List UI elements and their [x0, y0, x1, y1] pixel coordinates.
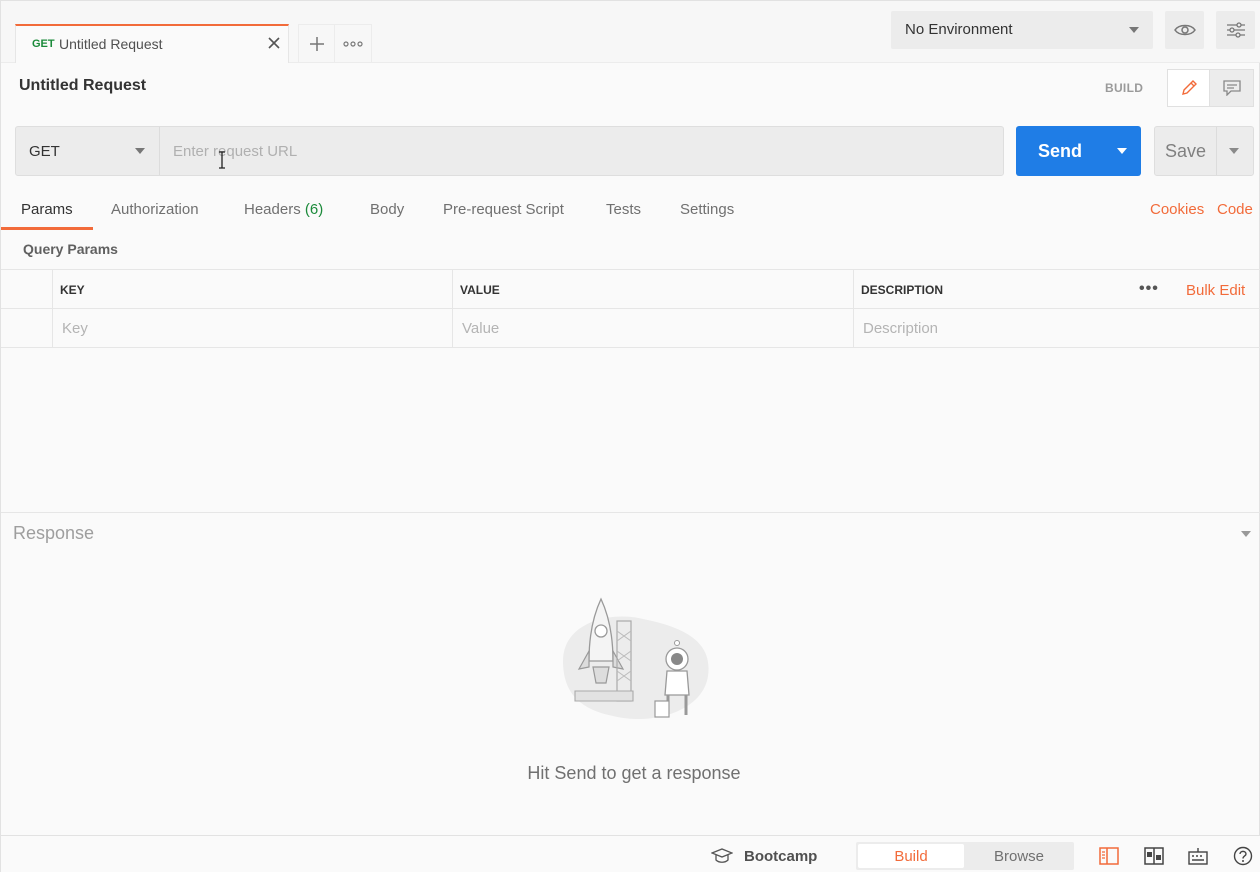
- value-placeholder: Value: [462, 320, 500, 337]
- eye-icon: [1173, 24, 1196, 36]
- key-field[interactable]: Key: [52, 309, 452, 347]
- layout-icon[interactable]: [1143, 846, 1165, 866]
- tab-params[interactable]: Params: [21, 201, 73, 218]
- request-tab[interactable]: GET Untitled Request: [15, 24, 289, 63]
- mode-label: BUILD: [1105, 81, 1144, 95]
- url-bar: GET: [15, 126, 1004, 176]
- tab-headers[interactable]: Headers (6): [244, 201, 323, 218]
- browse-mode-button[interactable]: Browse: [966, 844, 1072, 868]
- edit-mode-button[interactable]: [1167, 69, 1210, 107]
- build-label: Build: [894, 848, 928, 865]
- keyboard-icon[interactable]: [1187, 846, 1209, 866]
- send-options-chevron-icon[interactable]: [1117, 148, 1127, 154]
- query-params-title: Query Params: [23, 241, 118, 257]
- save-label: Save: [1165, 141, 1207, 161]
- tab-body[interactable]: Body: [370, 201, 404, 218]
- comment-icon: [1222, 80, 1241, 96]
- table-row: Key Value Description: [1, 309, 1260, 348]
- sliders-icon: [1226, 22, 1245, 38]
- more-icon: [343, 41, 363, 47]
- tab-headers-label: Headers: [244, 201, 301, 218]
- comments-button[interactable]: [1210, 69, 1254, 107]
- key-column-header: KEY: [52, 270, 452, 308]
- query-params-table: KEY VALUE DESCRIPTION ••• Bulk Edit Key …: [1, 269, 1260, 348]
- graduation-cap-icon: [711, 848, 733, 863]
- new-tab-button[interactable]: [298, 24, 335, 63]
- close-icon[interactable]: [266, 35, 282, 51]
- url-input[interactable]: [161, 127, 1003, 175]
- build-mode-button[interactable]: Build: [858, 844, 964, 868]
- rocket-illustration: [563, 597, 709, 720]
- response-empty-message: Hit Send to get a response: [527, 763, 741, 783]
- method-select[interactable]: GET: [16, 127, 160, 175]
- tab-bar: GET Untitled Request No Environment: [1, 1, 1260, 63]
- tab-more-button[interactable]: [335, 24, 372, 63]
- key-placeholder: Key: [62, 320, 88, 337]
- environment-select[interactable]: No Environment: [891, 11, 1153, 49]
- save-options-chevron-icon[interactable]: [1229, 148, 1239, 154]
- more-options-button[interactable]: •••: [1139, 280, 1159, 298]
- request-tabs: Params Authorization Headers (6) Body Pr…: [1, 191, 1260, 231]
- active-tab-indicator: [1, 227, 93, 230]
- headers-count-badge: (6): [304, 201, 324, 218]
- tab-title: Untitled Request: [59, 36, 163, 52]
- chevron-down-icon: [1129, 27, 1139, 33]
- help-icon[interactable]: [1232, 846, 1254, 866]
- column-header: VALUE: [460, 283, 500, 297]
- tab-settings[interactable]: Settings: [680, 201, 734, 218]
- browse-label: Browse: [993, 848, 1045, 865]
- request-name[interactable]: Untitled Request: [19, 77, 146, 95]
- value-field[interactable]: Value: [452, 309, 853, 347]
- text-cursor-icon: [219, 151, 225, 169]
- send-button[interactable]: Send: [1016, 126, 1141, 176]
- manage-environments-button[interactable]: [1216, 11, 1255, 49]
- tab-method-badge: GET: [32, 38, 55, 50]
- pencil-icon: [1181, 80, 1197, 95]
- description-field[interactable]: Description: [853, 309, 1260, 347]
- code-link[interactable]: Code: [1217, 201, 1253, 218]
- status-bar: Bootcamp Build Browse: [1, 835, 1260, 872]
- plus-icon: [309, 37, 324, 51]
- table-header-row: KEY VALUE DESCRIPTION ••• Bulk Edit: [1, 270, 1260, 309]
- tab-authorization[interactable]: Authorization: [111, 201, 199, 218]
- environment-quick-look-button[interactable]: [1165, 11, 1204, 49]
- response-divider[interactable]: [1, 512, 1260, 513]
- description-placeholder: Description: [863, 320, 939, 337]
- build-browse-toggle: Build Browse: [856, 842, 1074, 870]
- tab-tests[interactable]: Tests: [606, 201, 641, 218]
- response-title: Response: [13, 523, 95, 543]
- column-header: KEY: [60, 283, 85, 297]
- two-pane-icon[interactable]: [1098, 846, 1120, 866]
- cookies-link[interactable]: Cookies: [1150, 201, 1204, 218]
- environment-value: No Environment: [905, 21, 1013, 38]
- chevron-down-icon[interactable]: [1241, 531, 1251, 537]
- tab-pre-request-script[interactable]: Pre-request Script: [443, 201, 564, 218]
- send-label: Send: [1038, 141, 1083, 161]
- save-button[interactable]: Save: [1154, 126, 1254, 176]
- bootcamp-link[interactable]: Bootcamp: [744, 848, 817, 865]
- bulk-edit-link[interactable]: Bulk Edit: [1186, 282, 1245, 299]
- divider: [1216, 127, 1217, 175]
- column-header: DESCRIPTION: [861, 283, 944, 297]
- value-column-header: VALUE: [452, 270, 853, 308]
- method-value: GET: [29, 143, 60, 160]
- app-window: GET Untitled Request No Environment Unti…: [0, 0, 1260, 872]
- chevron-down-icon: [135, 148, 145, 154]
